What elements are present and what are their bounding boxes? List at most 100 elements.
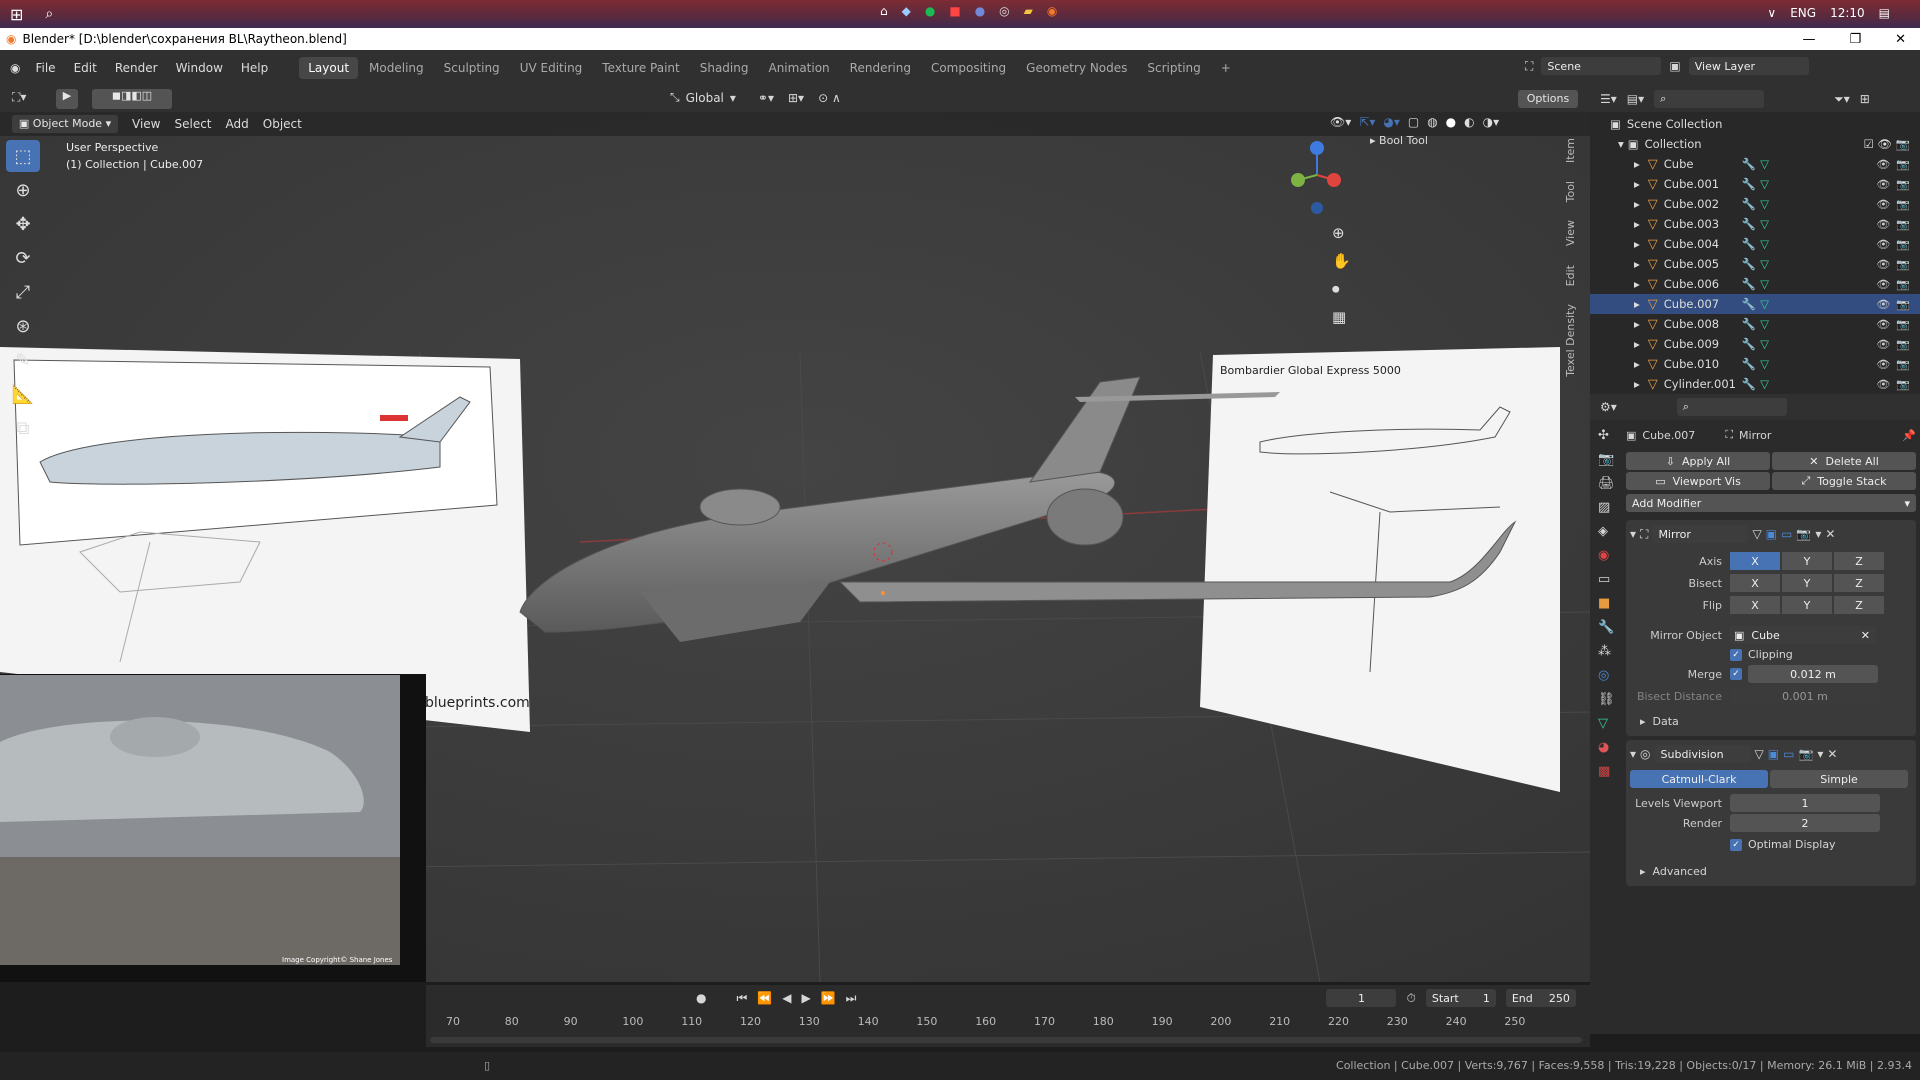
render-tab-icon[interactable]: 📷	[1598, 452, 1615, 467]
expand-icon[interactable]: ▸	[1634, 177, 1640, 191]
mesh-data-icon[interactable]: ▽	[1760, 357, 1769, 371]
move-tool-icon[interactable]: ✥	[6, 208, 40, 240]
outliner-item[interactable]: ▸ ▽ Cube 🔧 ▽ 👁 📷	[1590, 154, 1920, 174]
expand-icon[interactable]: ▸	[1634, 257, 1640, 271]
timeline-scrollbar[interactable]	[430, 1037, 1582, 1043]
modifier-icon[interactable]: 🔧	[1742, 177, 1756, 191]
modifier-icon[interactable]: 🔧	[1742, 357, 1756, 371]
mesh-data-icon[interactable]: ▽	[1760, 217, 1769, 231]
world-tab-icon[interactable]: ◉	[1598, 548, 1615, 563]
outliner-item[interactable]: ▸ ▽ Cylinder.001 🔧 ▽ 👁 📷	[1590, 374, 1920, 394]
render-camera-icon[interactable]: 📷	[1896, 378, 1910, 391]
menu-file[interactable]: File	[26, 61, 64, 75]
store-icon[interactable]: ⌂	[880, 4, 888, 18]
xray-icon[interactable]: ▢	[1408, 115, 1419, 129]
new-collection-icon[interactable]: ⊞	[1860, 92, 1870, 106]
outliner-item[interactable]: ▸ ▽ Cube.005 🔧 ▽ 👁 📷	[1590, 254, 1920, 274]
outliner-editor-icon[interactable]: ☰▾	[1600, 92, 1617, 106]
viewport-vis-button[interactable]: ▭ Viewport Vis	[1626, 472, 1770, 490]
transform-tool-icon[interactable]: ⊛	[6, 310, 40, 342]
catmull-clark-button[interactable]: Catmull-Clark	[1630, 770, 1768, 788]
tab-scripting[interactable]: Scripting	[1138, 57, 1209, 79]
tab-texel-density[interactable]: Texel Density	[1562, 298, 1580, 383]
apply-all-button[interactable]: ⇩ Apply All	[1626, 452, 1770, 470]
expand-icon[interactable]: ▸	[1634, 217, 1640, 231]
menu-window[interactable]: Window	[167, 61, 232, 75]
app-icon[interactable]: ◆	[902, 4, 911, 18]
visibility-eye-icon[interactable]: 👁	[1876, 198, 1890, 211]
modifier-icon[interactable]: 🔧	[1742, 377, 1756, 391]
select-box-icon[interactable]: ◼◨◧◫	[92, 89, 172, 109]
tab-animation[interactable]: Animation	[759, 57, 838, 79]
view-layer-icon[interactable]: ▣	[1669, 59, 1680, 73]
jump-end-icon[interactable]: ⏭	[846, 991, 857, 1006]
close-icon[interactable]: ✕	[1895, 32, 1906, 47]
display-mode-icon[interactable]: ▤▾	[1627, 92, 1644, 106]
maximize-icon[interactable]: ❐	[1849, 32, 1861, 47]
mesh-data-icon[interactable]: ▽	[1760, 297, 1769, 311]
render-toggle-icon[interactable]: 📷	[1798, 747, 1813, 761]
outliner-item[interactable]: ▸ ▽ Cube.003 🔧 ▽ 👁 📷	[1590, 214, 1920, 234]
grid-icon[interactable]: ▦	[1332, 308, 1351, 326]
modifier-icon[interactable]: 🔧	[1742, 217, 1756, 231]
visibility-eye-icon[interactable]: 👁	[1876, 258, 1890, 271]
material-shading-icon[interactable]: ◐	[1464, 115, 1474, 129]
object-mode-dropdown[interactable]: ▣ Object Mode ▾	[12, 115, 118, 133]
menu-select[interactable]: Select	[174, 117, 211, 131]
end-frame-field[interactable]: End 250	[1505, 989, 1576, 1007]
render-camera-icon[interactable]: 📷	[1896, 258, 1910, 271]
data-subpanel[interactable]: ▸ Data	[1626, 715, 1916, 728]
collapse-icon[interactable]: ▾	[1630, 527, 1636, 541]
render-camera-icon[interactable]: 📷	[1896, 238, 1910, 251]
mesh-data-icon[interactable]: ▽	[1760, 257, 1769, 271]
delete-all-button[interactable]: ✕ Delete All	[1772, 452, 1916, 470]
next-keyframe-icon[interactable]: ⏩	[821, 991, 836, 1005]
notification-icon[interactable]: ▤	[1879, 6, 1890, 20]
add-modifier-dropdown[interactable]: Add Modifier ▾	[1626, 494, 1916, 512]
expand-icon[interactable]: ▸	[1634, 297, 1640, 311]
tab-modeling[interactable]: Modeling	[360, 57, 433, 79]
scale-tool-icon[interactable]: ⤢	[6, 276, 40, 308]
menu-view[interactable]: View	[132, 117, 160, 131]
modifier-icon[interactable]: 🔧	[1742, 197, 1756, 211]
folder-icon[interactable]: ▰	[1024, 4, 1033, 18]
gizmo-icon[interactable]: ⇱▾	[1359, 115, 1375, 129]
transform-orientation-icon[interactable]: ⤡	[670, 90, 680, 105]
simple-button[interactable]: Simple	[1770, 770, 1908, 788]
menu-render[interactable]: Render	[106, 61, 167, 75]
properties-editor-icon[interactable]: ⚙▾	[1600, 400, 1617, 414]
select-mode-icon[interactable]: ▶	[56, 89, 78, 109]
mesh-data-icon[interactable]: ▽	[1760, 157, 1769, 171]
levels-viewport-field[interactable]: 1	[1730, 794, 1880, 812]
data-tab-icon[interactable]: ▽	[1598, 716, 1615, 731]
render-camera-icon[interactable]: 📷	[1896, 298, 1910, 311]
modifier-menu-icon[interactable]: ▾	[1817, 747, 1823, 761]
blender-menu-icon[interactable]: ◉	[10, 61, 20, 75]
prev-keyframe-icon[interactable]: ⏪	[757, 991, 772, 1005]
toggle-stack-button[interactable]: ⤢ Toggle Stack	[1772, 472, 1916, 490]
expand-icon[interactable]: ▸	[1634, 237, 1640, 251]
mesh-data-icon[interactable]: ▽	[1760, 197, 1769, 211]
modifier-icon[interactable]: 🔧	[1742, 317, 1756, 331]
remove-modifier-icon[interactable]: ✕	[1825, 527, 1835, 541]
outliner-collection[interactable]: ▾ ▣ Collection ☑ 👁 📷	[1590, 134, 1920, 154]
filter-icon[interactable]: ⏷▾	[1834, 92, 1850, 107]
search-icon[interactable]: ⌕	[45, 6, 53, 22]
visibility-eye-icon[interactable]: 👁	[1876, 238, 1890, 251]
windows-start-icon[interactable]: ⊞	[10, 5, 23, 24]
camera-icon[interactable]: ⏺	[1332, 280, 1351, 298]
tab-rendering[interactable]: Rendering	[841, 57, 920, 79]
pan-hand-icon[interactable]: ✋	[1332, 252, 1351, 270]
view-layer-field[interactable]: View Layer	[1688, 57, 1809, 75]
visibility-eye-icon[interactable]: 👁	[1876, 358, 1890, 371]
render-camera-icon[interactable]: 📷	[1896, 318, 1910, 331]
edit-mode-icon[interactable]: ▽	[1752, 527, 1761, 541]
outliner-scene-collection[interactable]: ▣ Scene Collection	[1590, 114, 1920, 134]
remove-modifier-icon[interactable]: ✕	[1827, 747, 1837, 761]
discord-icon[interactable]: ●	[975, 4, 985, 18]
modifier-icon[interactable]: 🔧	[1742, 257, 1756, 271]
outliner-item[interactable]: ▸ ▽ Cube.008 🔧 ▽ 👁 📷	[1590, 314, 1920, 334]
tab-layout[interactable]: Layout	[299, 57, 359, 79]
expand-icon[interactable]: ▸	[1634, 337, 1640, 351]
tab-shading[interactable]: Shading	[691, 57, 758, 79]
